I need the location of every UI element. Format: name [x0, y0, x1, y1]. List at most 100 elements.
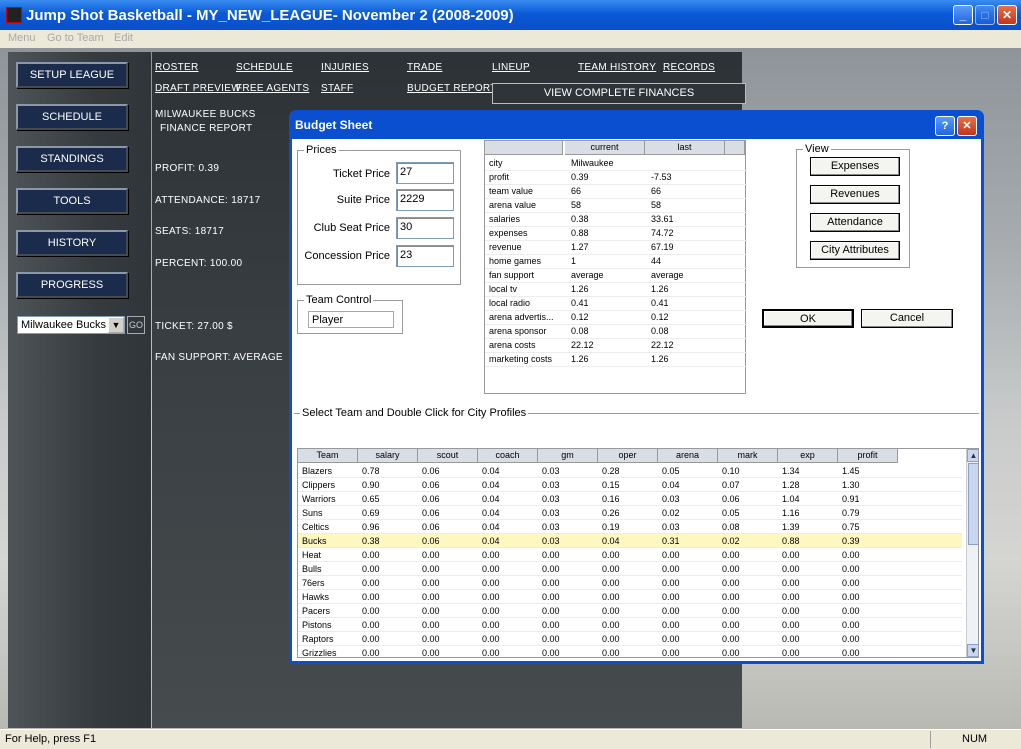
link-trade[interactable]: TRADE — [407, 62, 442, 73]
team-row[interactable]: Bucks 0.38 0.06 0.04 0.03 0.04 0.31 0.02 0.88 0.3… — [298, 534, 962, 548]
team-value-cell: 0.02 — [722, 536, 740, 546]
team-row[interactable]: Warriors 0.65 0.06 0.04 0.03 0.16 0.03 0.06 1.04… — [298, 492, 962, 506]
ok-button[interactable]: OK — [762, 309, 854, 328]
progress-button[interactable]: PROGRESS — [16, 272, 128, 298]
schedule-button[interactable]: SCHEDULE — [16, 104, 128, 130]
team-grid-header[interactable]: profit — [838, 449, 898, 463]
team-row[interactable]: Heat 0.00 0.00 0.00 0.00 0.00 0.00 0.00 0.00 0.00 — [298, 548, 962, 562]
link-lineup[interactable]: LINEUP — [492, 62, 530, 73]
city-attributes-button[interactable]: City Attributes — [810, 241, 900, 260]
go-button[interactable]: GO — [127, 316, 145, 334]
prices-legend: Prices — [306, 144, 337, 156]
club-seat-price-input[interactable]: 30 — [396, 217, 454, 239]
maximize-icon[interactable]: □ — [975, 5, 995, 25]
finance-row: profit 0.39 -7.53 — [485, 171, 747, 185]
team-grid-header[interactable]: coach — [478, 449, 538, 463]
team-grid-header[interactable]: exp — [778, 449, 838, 463]
team-value-cell: 0.00 — [662, 606, 680, 616]
team-value-cell: 1.28 — [782, 480, 800, 490]
link-budget-report[interactable]: BUDGET REPORT — [407, 83, 497, 94]
team-grid-scrollbar[interactable]: ▲ ▼ — [966, 449, 978, 657]
team-row[interactable]: Pacers 0.00 0.00 0.00 0.00 0.00 0.00 0.00 0.00 0.… — [298, 604, 962, 618]
standings-button[interactable]: STANDINGS — [16, 146, 128, 172]
team-grid-header[interactable]: scout — [418, 449, 478, 463]
dialog-close-icon[interactable]: ✕ — [957, 116, 977, 136]
team-value-cell: 0.04 — [482, 522, 500, 532]
team-row[interactable]: Blazers 0.78 0.06 0.04 0.03 0.28 0.05 0.10 1.34 1… — [298, 464, 962, 478]
team-value-cell: 0.00 — [722, 578, 740, 588]
finance-row: revenue 1.27 67.19 — [485, 241, 747, 255]
finance-value: 1.26 — [571, 354, 589, 364]
expenses-button[interactable]: Expenses — [810, 157, 900, 176]
menu-item-go-to-team[interactable]: Go to Team — [47, 32, 104, 44]
team-value-cell: 0.78 — [362, 466, 380, 476]
link-free-agents[interactable]: FREE AGENTS — [236, 83, 309, 94]
close-icon[interactable]: ✕ — [997, 5, 1017, 25]
team-row[interactable]: Raptors 0.00 0.00 0.00 0.00 0.00 0.00 0.00 0.00 0… — [298, 632, 962, 646]
team-name-cell: Celtics — [302, 522, 330, 532]
revenues-button[interactable]: Revenues — [810, 185, 900, 204]
history-button[interactable]: HISTORY — [16, 230, 128, 256]
team-grid-header[interactable]: Team — [298, 449, 358, 463]
ticket-price-input[interactable]: 27 — [396, 162, 454, 184]
link-roster[interactable]: ROSTER — [155, 62, 198, 73]
team-value-cell: 0.00 — [722, 648, 740, 658]
team-value-cell: 0.00 — [602, 564, 620, 574]
team-value-cell: 0.04 — [482, 494, 500, 504]
link-injuries[interactable]: INJURIES — [321, 62, 369, 73]
team-grid-header[interactable]: oper — [598, 449, 658, 463]
team-row[interactable]: Suns 0.69 0.06 0.04 0.03 0.26 0.02 0.05 1.16 0.79 — [298, 506, 962, 520]
team-value-cell: 0.00 — [602, 648, 620, 658]
team-row[interactable]: Celtics 0.96 0.06 0.04 0.03 0.19 0.03 0.08 1.39 0… — [298, 520, 962, 534]
team-value-cell: 0.00 — [662, 634, 680, 644]
team-value-cell: 0.06 — [422, 466, 440, 476]
concession-price-input[interactable]: 23 — [396, 245, 454, 267]
finance-row-label: home games — [489, 256, 542, 266]
scroll-down-icon[interactable]: ▼ — [967, 644, 978, 657]
view-complete-finances-button[interactable]: VIEW COMPLETE FINANCES — [492, 83, 746, 104]
team-value-cell: 1.16 — [782, 508, 800, 518]
fan-support-text: FAN SUPPORT: AVERAGE — [155, 352, 283, 363]
team-row[interactable]: Clippers 0.90 0.06 0.04 0.03 0.15 0.04 0.07 1.28… — [298, 478, 962, 492]
setup-league-button[interactable]: SETUP LEAGUE — [16, 62, 128, 88]
link-schedule[interactable]: SCHEDULE — [236, 62, 293, 73]
team-value-cell: 0.04 — [482, 536, 500, 546]
menu-item-edit[interactable]: Edit — [114, 32, 133, 44]
suite-price-input[interactable]: 2229 — [396, 189, 454, 211]
link-team-history[interactable]: TEAM HISTORY — [578, 62, 656, 73]
team-grid-header[interactable]: mark — [718, 449, 778, 463]
team-control-field[interactable]: Player — [308, 311, 394, 328]
team-grid-header[interactable]: arena — [658, 449, 718, 463]
link-draft-preview[interactable]: DRAFT PREVIEW — [155, 83, 241, 94]
team-value-cell: 0.00 — [482, 564, 500, 574]
cancel-button[interactable]: Cancel — [861, 309, 953, 328]
team-value-cell: 0.00 — [782, 592, 800, 602]
scroll-thumb[interactable] — [968, 463, 978, 545]
team-value-cell: 0.00 — [542, 648, 560, 658]
finance-row: expenses 0.88 74.72 — [485, 227, 747, 241]
menu-item-menu[interactable]: Menu — [8, 32, 36, 44]
chevron-down-icon[interactable]: ▼ — [108, 317, 124, 333]
team-grid-header[interactable]: salary — [358, 449, 418, 463]
link-records[interactable]: RECORDS — [663, 62, 715, 73]
tools-button[interactable]: TOOLS — [16, 188, 128, 214]
attendance-button[interactable]: Attendance — [810, 213, 900, 232]
team-value-cell: 0.00 — [362, 592, 380, 602]
team-value-cell: 0.00 — [482, 634, 500, 644]
team-row[interactable]: Bulls 0.00 0.00 0.00 0.00 0.00 0.00 0.00 0.00 0.0… — [298, 562, 962, 576]
finance-row-label: arena advertis... — [489, 312, 554, 322]
team-value-cell: 0.04 — [482, 480, 500, 490]
team-row[interactable]: Pistons 0.00 0.00 0.00 0.00 0.00 0.00 0.00 0.00 0… — [298, 618, 962, 632]
team-value-cell: 0.00 — [842, 578, 860, 588]
team-grid-header[interactable]: gm — [538, 449, 598, 463]
scroll-up-icon[interactable]: ▲ — [967, 449, 978, 462]
team-value-cell: 0.03 — [662, 494, 680, 504]
minimize-icon[interactable]: _ — [953, 5, 973, 25]
team-row[interactable]: Hawks 0.00 0.00 0.00 0.00 0.00 0.00 0.00 0.00 0.0… — [298, 590, 962, 604]
help-icon[interactable]: ? — [935, 116, 955, 136]
team-row[interactable]: Grizzlies 0.00 0.00 0.00 0.00 0.00 0.00 0.00 0.0… — [298, 646, 962, 658]
link-staff[interactable]: STAFF — [321, 83, 353, 94]
team-row[interactable]: 76ers 0.00 0.00 0.00 0.00 0.00 0.00 0.00 0.00 0.0… — [298, 576, 962, 590]
team-value-cell: 1.04 — [782, 494, 800, 504]
team-value-cell: 0.00 — [482, 592, 500, 602]
